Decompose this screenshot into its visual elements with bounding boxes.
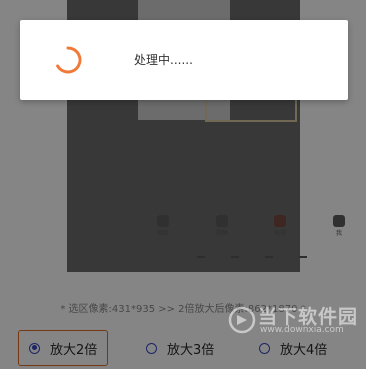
- watermark-icon: [228, 306, 256, 334]
- loading-message: 处理中......: [134, 53, 193, 67]
- watermark-subtext: www.downxia.com: [260, 325, 344, 335]
- loading-spinner-icon: [56, 46, 82, 74]
- loading-dialog: 处理中......: [20, 20, 348, 100]
- watermark-logo: 当下软件园 www.downxia.com: [228, 302, 366, 342]
